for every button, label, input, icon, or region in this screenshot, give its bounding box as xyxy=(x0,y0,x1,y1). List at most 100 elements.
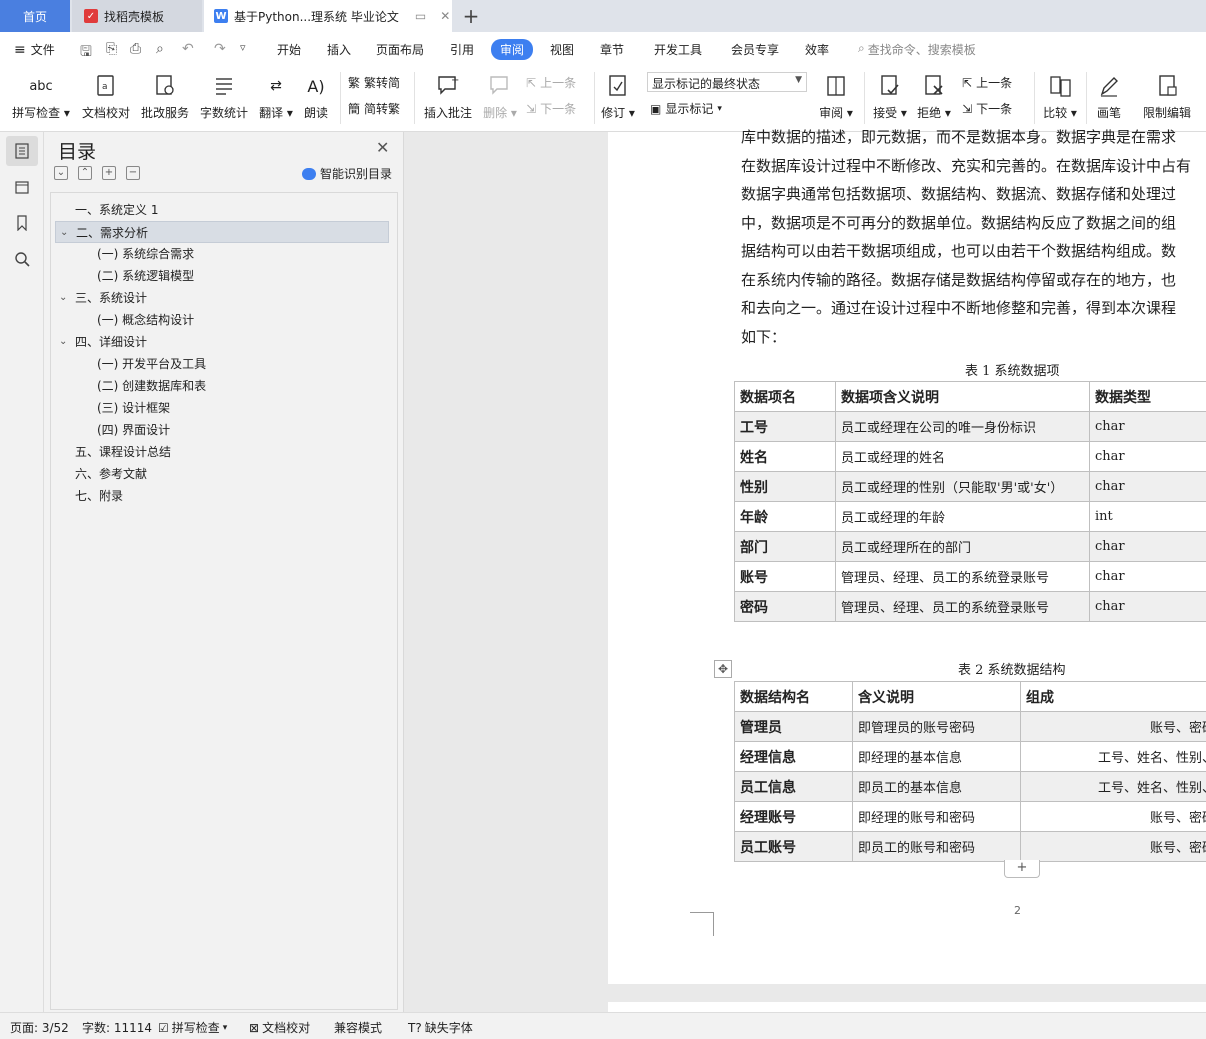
remove-level-icon[interactable]: − xyxy=(126,166,140,180)
menu-efficiency[interactable]: 效率 xyxy=(805,41,829,58)
table-caption: 表 1 系统数据项 xyxy=(965,364,1060,379)
review-pane-button[interactable]: 审阅 ▾ xyxy=(816,66,856,121)
toc-item[interactable]: 六、参考文献 xyxy=(55,463,389,485)
toc-item-label: (一) 开发平台及工具 xyxy=(97,357,207,371)
simp-to-trad-button[interactable]: 簡简转繁 xyxy=(348,100,400,117)
menu-references[interactable]: 引用 xyxy=(450,41,474,58)
print-preview-icon[interactable]: ⌕ xyxy=(156,41,164,57)
bookmark-icon[interactable] xyxy=(6,208,38,238)
toc-item[interactable]: ⌄ 四、详细设计 xyxy=(55,331,389,353)
toc-item[interactable]: (一) 概念结构设计 xyxy=(55,309,389,331)
track-changes-button[interactable]: 修订 ▾ xyxy=(600,66,636,121)
next-change-button[interactable]: ⇲ 下一条 xyxy=(962,100,1012,117)
pen-button[interactable]: 画笔 xyxy=(1092,66,1126,121)
compare-button[interactable]: 比较 ▾ xyxy=(1040,66,1080,121)
word-count-indicator[interactable]: 字数: 11114 xyxy=(82,1019,152,1036)
save-icon[interactable]: 🖫 xyxy=(80,41,92,65)
command-search[interactable]: ⌕ 查找命令、搜索模板 xyxy=(858,41,976,58)
prev-comment-button[interactable]: ⇱ 上一条 xyxy=(526,74,576,91)
menu-view[interactable]: 视图 xyxy=(550,41,574,58)
tab-templates[interactable]: ✓ 找稻壳模板 xyxy=(72,0,202,32)
chevron-down-icon[interactable]: ⌄ xyxy=(59,287,67,309)
menu-insert[interactable]: 插入 xyxy=(327,41,351,58)
insert-comment-icon: + xyxy=(435,72,461,100)
toc-item[interactable]: 五、课程设计总结 xyxy=(55,441,389,463)
table-cell: 即管理员的账号密码 xyxy=(852,711,1021,742)
status-spell-check[interactable]: ☑ 拼写检查 ▾ xyxy=(158,1019,227,1036)
toc-item[interactable]: (一) 系统综合需求 xyxy=(55,243,389,265)
restore-window-icon[interactable]: ▭ xyxy=(415,9,426,23)
smart-toc-label: 智能识别目录 xyxy=(320,167,393,181)
toc-item[interactable]: (二) 系统逻辑模型 xyxy=(55,265,389,287)
table-cell: 工号、姓名、性别、 xyxy=(1020,741,1206,772)
print-icon[interactable]: ⎙ xyxy=(130,41,141,57)
tab-document-label: 基于Python...理系统 毕业论文 xyxy=(234,9,399,24)
redo-icon[interactable]: ↷ xyxy=(214,41,226,57)
translate-button[interactable]: ⇄ 翻译 ▾ xyxy=(256,66,296,121)
show-markup-button[interactable]: ▣ 显示标记 ▾ xyxy=(650,100,722,117)
toc-item[interactable]: 一、系统定义 1 xyxy=(55,199,389,221)
menu-page-layout[interactable]: 页面布局 xyxy=(376,41,424,58)
next-comment-label: 下一条 xyxy=(540,102,577,116)
add-level-icon[interactable]: + xyxy=(102,166,116,180)
toc-item[interactable]: (二) 创建数据库和表 xyxy=(55,375,389,397)
status-doc-proof[interactable]: ⊠ 文档校对 xyxy=(249,1019,310,1036)
compat-mode-indicator[interactable]: 兼容模式 xyxy=(334,1019,382,1036)
insert-comment-button[interactable]: + 插入批注 xyxy=(420,66,476,121)
chapter-nav-icon[interactable] xyxy=(6,172,38,202)
chevron-down-icon[interactable]: ⌄ xyxy=(59,331,67,353)
smart-toc-button[interactable]: 智能识别目录 xyxy=(302,165,392,182)
collapse-all-icon[interactable]: ⌄ xyxy=(54,166,68,180)
menu-dev-tools[interactable]: 开发工具 xyxy=(654,41,702,58)
next-comment-button[interactable]: ⇲ 下一条 xyxy=(526,100,576,117)
prev-change-button[interactable]: ⇱ 上一条 xyxy=(962,74,1012,91)
find-icon[interactable] xyxy=(6,244,38,274)
toc-item[interactable]: ⌄ 三、系统设计 xyxy=(55,287,389,309)
toc-item[interactable]: ⌄ 二、需求分析 xyxy=(55,221,389,243)
toc-item-label: 四、详细设计 xyxy=(75,335,148,349)
missing-fonts-button[interactable]: T? 缺失字体 xyxy=(408,1019,473,1036)
table-cell: char xyxy=(1089,441,1206,472)
toc-panel-icon[interactable] xyxy=(6,136,38,166)
toc-item[interactable]: (一) 开发平台及工具 xyxy=(55,353,389,375)
restrict-edit-button[interactable]: 限制编辑 xyxy=(1140,66,1194,121)
add-table-row-button[interactable]: + xyxy=(1004,860,1040,878)
trad-to-simp-button[interactable]: 繁繁转简 xyxy=(348,74,400,91)
reject-button[interactable]: 拒绝 ▾ xyxy=(914,66,954,121)
markup-state-select[interactable]: 显示标记的最终状态 ▼ xyxy=(647,72,807,92)
close-tab-icon[interactable]: ✕ xyxy=(440,9,450,23)
expand-all-icon[interactable]: ⌃ xyxy=(78,166,92,180)
toc-item[interactable]: (三) 设计框架 xyxy=(55,397,389,419)
toc-item[interactable]: (四) 界面设计 xyxy=(55,419,389,441)
table-move-handle-icon[interactable]: ✥ xyxy=(714,660,732,678)
table-row: 经理账号即经理的账号和密码账号、密码 xyxy=(734,801,1206,832)
read-aloud-button[interactable]: A) 朗读 xyxy=(300,66,332,121)
menu-start[interactable]: 开始 xyxy=(277,41,301,58)
menu-chapter[interactable]: 章节 xyxy=(600,41,624,58)
chevron-down-icon[interactable]: ⌄ xyxy=(60,222,68,244)
compare-label: 比较 xyxy=(1043,106,1068,120)
spell-check-button[interactable]: abc 拼写检查 ▾ xyxy=(10,66,72,121)
undo-icon[interactable]: ↶ xyxy=(182,41,194,57)
accept-button[interactable]: 接受 ▾ xyxy=(870,66,910,121)
menu-review[interactable]: 审阅 xyxy=(491,39,534,60)
tab-document[interactable]: W 基于Python...理系统 毕业论文 ▭ ✕ xyxy=(204,0,452,32)
table-cell: 管理员 xyxy=(734,711,853,742)
word-count-icon xyxy=(211,72,237,100)
quick-access-dropdown-icon[interactable]: ▿ xyxy=(240,41,246,54)
file-menu[interactable]: ≡ 文件 xyxy=(14,41,55,58)
toc-item[interactable]: 七、附录 xyxy=(55,485,389,507)
table-cell: 经理账号 xyxy=(734,801,853,832)
new-tab-button[interactable]: + xyxy=(458,0,484,32)
annotate-service-button[interactable]: 批改服务 xyxy=(138,66,192,121)
menu-member[interactable]: 会员专享 xyxy=(731,41,779,58)
tab-home[interactable]: 首页 xyxy=(0,0,70,32)
word-count-button[interactable]: 字数统计 xyxy=(196,66,252,121)
toc-title: 目录 xyxy=(58,141,97,163)
page-indicator[interactable]: 页面: 3/52 xyxy=(10,1019,69,1036)
doc-proof-button[interactable]: a 文档校对 xyxy=(78,66,134,121)
delete-comment-button[interactable]: 删除 ▾ xyxy=(480,66,520,121)
page-margin-corner xyxy=(690,912,714,936)
close-icon[interactable]: ✕ xyxy=(376,138,389,157)
export-pdf-icon[interactable]: ⎘ xyxy=(106,41,117,57)
